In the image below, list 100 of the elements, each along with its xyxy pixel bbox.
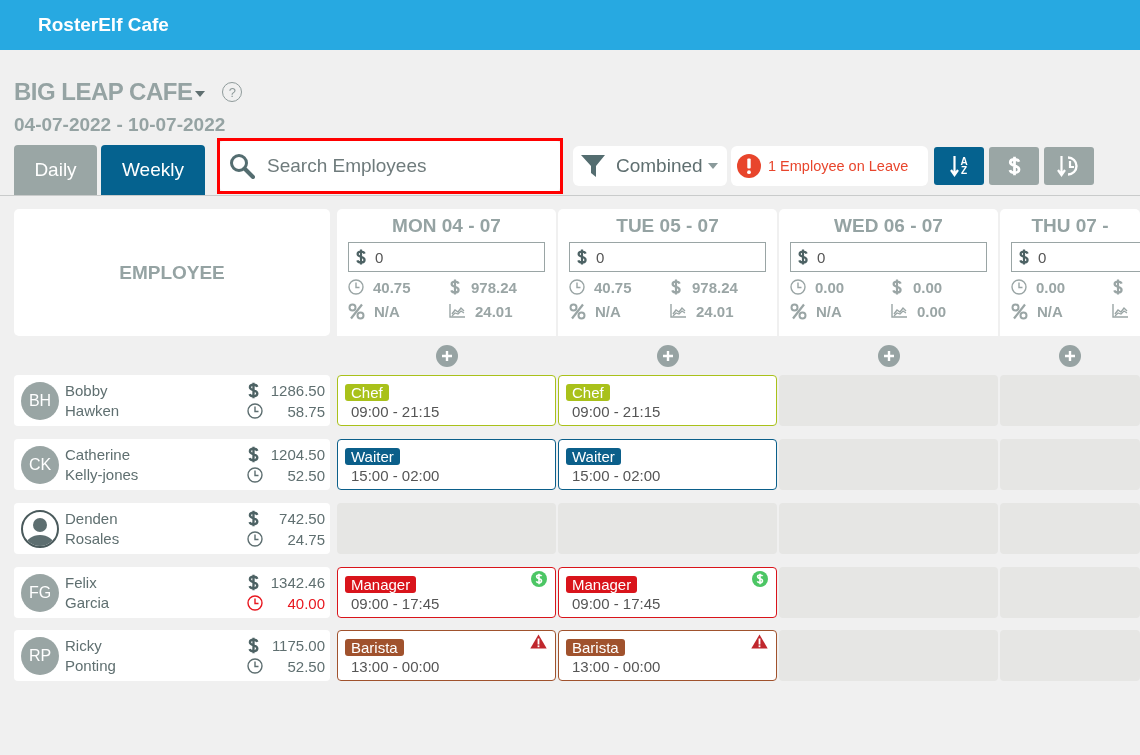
shift-card[interactable]: Manager 09:00 - 17:45 <box>337 567 556 618</box>
hours-value: 24.75 <box>287 530 325 548</box>
avatar: RP <box>21 636 59 675</box>
stat-value: N/A <box>816 302 842 320</box>
first-name: Catherine <box>65 444 132 465</box>
shift-card[interactable]: Waiter 15:00 - 02:00 <box>337 439 556 490</box>
shift-time: 09:00 - 17:45 <box>351 595 440 613</box>
search-field[interactable]: Search Employees <box>220 141 560 191</box>
dollar-icon <box>449 279 461 295</box>
clock-icon <box>247 595 263 611</box>
day-title: THU 07 - <box>1030 215 1110 238</box>
shift-card[interactable]: Barista 13:00 - 00:00 <box>337 630 556 681</box>
caret-icon <box>195 91 206 97</box>
shift-card[interactable]: Manager 09:00 - 17:45 <box>558 567 777 618</box>
person-avatar-icon <box>21 509 59 548</box>
stat-value: 978.24 <box>471 278 517 296</box>
add-shift-icon <box>1059 344 1081 367</box>
stat-value: N/A <box>1037 302 1063 320</box>
role-tag: Waiter <box>345 448 400 465</box>
alert-icon <box>737 154 761 178</box>
dollar-icon <box>670 279 682 295</box>
dollar-icon <box>247 445 260 463</box>
down-arrow-icon <box>950 155 960 177</box>
add-shift-icon <box>877 344 900 367</box>
dollar-icon <box>1018 249 1030 265</box>
percent-icon <box>348 302 365 320</box>
percent-icon <box>1011 302 1028 320</box>
avatar: FG <box>21 573 59 612</box>
chart-icon <box>891 304 907 318</box>
dollar-icon <box>891 279 903 295</box>
last-name: Ponting <box>65 655 117 676</box>
stat-value: 40.75 <box>373 278 411 296</box>
leave-notice-button[interactable]: 1 Employee on Leave <box>731 146 928 186</box>
stat-value: 24.01 <box>475 302 513 320</box>
cost-value: 1175.00 <box>271 636 325 654</box>
cost-value: 742.50 <box>279 509 325 527</box>
role-tag: Barista <box>566 639 625 656</box>
first-name: Felix <box>65 572 98 593</box>
day-title: MON 04 - 07 <box>391 215 502 238</box>
date-range: 04-07-2022 - 10-07-2022 <box>14 114 227 137</box>
first-name: Bobby <box>65 380 109 401</box>
filter-icon <box>580 153 606 179</box>
budget-field[interactable]: 0 <box>569 242 766 272</box>
hours-value: 52.50 <box>287 466 325 484</box>
add-shift-icon <box>435 344 458 367</box>
shift-time: 15:00 - 02:00 <box>572 467 661 485</box>
shift-card[interactable]: Chef 09:00 - 21:15 <box>337 375 556 426</box>
dollar-icon <box>797 249 809 265</box>
view-tab[interactable]: Weekly <box>101 145 205 195</box>
stat-value: 0.00 <box>1036 278 1066 296</box>
stat-value: 40.75 <box>594 278 632 296</box>
role-tag: Manager <box>566 576 638 593</box>
first-name: Denden <box>65 508 119 529</box>
dollar-icon <box>1006 156 1022 176</box>
day-title: WED 06 - 07 <box>833 215 944 238</box>
sort-clock-icon <box>1057 155 1081 177</box>
role-tag: Chef <box>566 384 610 401</box>
budget-field[interactable]: 0 <box>790 242 987 272</box>
search-icon <box>229 153 255 179</box>
last-name: Hawken <box>65 400 121 421</box>
clock-icon <box>247 467 263 483</box>
clock-icon <box>247 658 263 674</box>
cost-value: 1342.46 <box>270 573 325 591</box>
app-title: RosterElf Cafe <box>38 14 169 36</box>
shift-time: 09:00 - 21:15 <box>572 403 661 421</box>
avatar: BH <box>21 381 59 420</box>
hours-value: 52.50 <box>287 657 325 675</box>
shift-time: 15:00 - 02:00 <box>351 467 440 485</box>
stat-value: 0.00 <box>815 278 845 296</box>
stat-value: 0.00 <box>917 302 947 320</box>
stat-value: N/A <box>595 302 621 320</box>
shift-card[interactable]: Chef 09:00 - 21:15 <box>558 375 777 426</box>
clock-icon <box>348 279 364 295</box>
sort-button[interactable] <box>1044 147 1094 185</box>
stat-value: N/A <box>374 302 400 320</box>
sort-button[interactable]: A Z <box>934 147 984 185</box>
sort-letter: Z <box>960 166 968 175</box>
dollar-icon <box>247 381 260 399</box>
avatar: CK <box>21 445 59 484</box>
shift-time: 09:00 - 21:15 <box>351 403 440 421</box>
chart-icon <box>1112 304 1128 318</box>
budget-field[interactable]: 0 <box>348 242 545 272</box>
sort-button[interactable] <box>989 147 1039 185</box>
hours-value: 58.75 <box>287 402 325 420</box>
last-name: Garcia <box>65 592 111 613</box>
sort-letter: A <box>960 157 968 166</box>
stat-value: 0.00 <box>913 278 943 296</box>
day-title: TUE 05 - 07 <box>615 215 720 238</box>
budget-field[interactable]: 0 <box>1011 242 1140 272</box>
filter-dropdown[interactable]: Combined <box>573 146 727 186</box>
employee-card[interactable]: Denden Rosales 742.50 24.75 <box>14 503 330 554</box>
shift-card[interactable]: Waiter 15:00 - 02:00 <box>558 439 777 490</box>
dollar-icon <box>355 249 367 265</box>
add-shift-icon <box>656 344 679 367</box>
role-tag: Manager <box>345 576 417 593</box>
dollar-icon <box>247 509 260 527</box>
clock-icon <box>790 279 806 295</box>
shift-card[interactable]: Barista 13:00 - 00:00 <box>558 630 777 681</box>
clock-icon <box>569 279 585 295</box>
shift-time: 13:00 - 00:00 <box>572 658 661 676</box>
